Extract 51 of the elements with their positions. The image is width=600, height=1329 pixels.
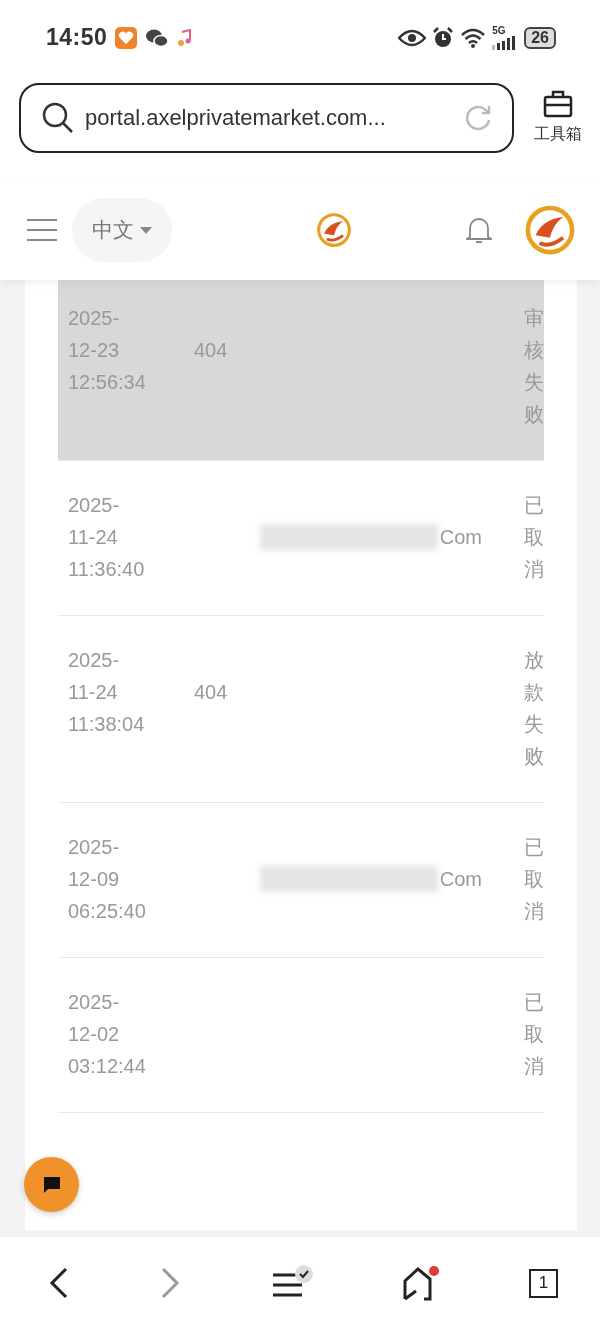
toolbox-button[interactable]: 工具箱	[534, 90, 582, 145]
heart-app-icon	[115, 26, 138, 49]
date-text: 11-24	[68, 525, 119, 550]
date-text: 2025-	[68, 306, 121, 331]
date-text: 12-02	[68, 1022, 121, 1047]
record-row[interactable]: 2025- 12-09 06:25:40 Com 已取消	[58, 803, 544, 958]
status-text: 已取消	[524, 990, 544, 1079]
battery-indicator: 26	[524, 26, 556, 49]
alarm-clock-icon	[432, 26, 455, 49]
status-text: 放款失败	[524, 648, 544, 769]
music-note-icon	[177, 28, 192, 47]
record-value: 404	[194, 680, 228, 705]
briefcase-icon	[543, 90, 573, 118]
logo-icon	[316, 212, 352, 248]
url-text: portal.axelprivatemarket.com...	[85, 104, 387, 131]
eye-icon	[398, 28, 427, 47]
address-bar[interactable]: portal.axelprivatemarket.com...	[19, 82, 514, 153]
record-row[interactable]: 2025- 12-02 03:12:44 已取消	[58, 958, 544, 1113]
wifi-icon	[460, 27, 487, 48]
record-value: Com	[439, 525, 482, 550]
date-text: 12:56:34	[68, 370, 147, 395]
date-text: 2025-	[68, 648, 121, 673]
date-text: 12-23	[68, 338, 121, 363]
record-row[interactable]: 2025- 11-24 11:36:40 Com 已取消	[58, 461, 544, 616]
record-value: Com	[439, 867, 482, 892]
home-icon[interactable]	[402, 1265, 441, 1301]
date-text: 11:36:40	[68, 557, 146, 582]
notification-bell-icon[interactable]	[466, 215, 492, 245]
date-text: 2025-	[68, 835, 121, 860]
network-type: 5G	[492, 25, 506, 36]
status-text: 已取消	[524, 493, 544, 582]
tab-count-button[interactable]: 1	[529, 1268, 558, 1298]
record-row[interactable]: 2025- 12-23 12:56:34 404 审核失败	[58, 280, 544, 461]
language-selector[interactable]: 中文	[72, 198, 172, 262]
status-text: 审核失败	[524, 306, 544, 427]
record-value: 404	[194, 338, 228, 363]
clock: 14:50	[46, 24, 108, 51]
caret-icon	[140, 226, 152, 234]
chat-app-icon	[145, 27, 170, 48]
record-row[interactable]: 2025- 11-24 11:38:04 404 放款失败	[58, 616, 544, 803]
status-text: 已取消	[524, 835, 544, 924]
search-icon	[41, 100, 75, 135]
date-text: 03:12:44	[68, 1054, 147, 1079]
date-text: 12-09	[68, 867, 121, 892]
date-text: 11:38:04	[68, 712, 146, 737]
avatar-icon	[524, 204, 576, 256]
date-text: 11-24	[68, 680, 119, 705]
date-text: 2025-	[68, 990, 121, 1015]
date-text: 06:25:40	[68, 899, 147, 924]
chat-bubble-icon	[41, 1174, 62, 1195]
date-text: 2025-	[68, 493, 121, 518]
